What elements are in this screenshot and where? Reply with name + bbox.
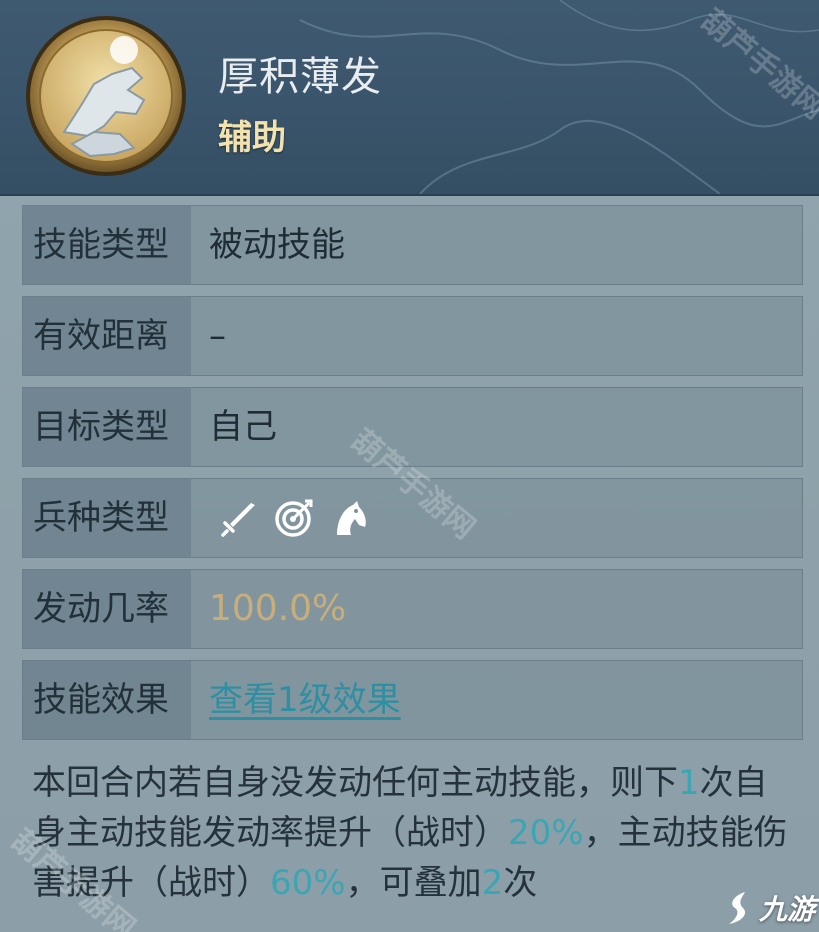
logo-text: 九游	[758, 893, 815, 926]
logo-mark-icon	[728, 892, 746, 924]
skill-description: 本回合内若自身没发动任何主动技能，则下1次自身主动技能发动率提升（战时）20%，…	[32, 758, 792, 908]
skill-detail-panel: 厚积薄发 辅助 技能类型 被动技能 有效距离 – 目标类型 自己 兵种类型 发动…	[0, 0, 819, 932]
row-value: –	[209, 316, 226, 356]
skill-emblem-icon	[26, 16, 186, 176]
troop-icons	[217, 497, 371, 541]
horse-head-icon	[329, 497, 371, 539]
skill-title: 厚积薄发	[218, 54, 382, 100]
desc-text: 本回合内若自身没发动任何主动技能，则下	[32, 763, 678, 803]
row-label: 兵种类型	[23, 479, 191, 557]
sword-icon	[217, 497, 259, 539]
row-label: 发动几率	[23, 570, 191, 648]
row-skill-type: 技能类型 被动技能	[22, 205, 803, 285]
row-effective-range: 有效距离 –	[22, 296, 803, 376]
desc-value: 1	[678, 763, 700, 803]
row-skill-effect: 技能效果 查看1级效果	[22, 660, 803, 740]
row-trigger-rate: 发动几率 100.0%	[22, 569, 803, 649]
row-label: 技能类型	[23, 206, 191, 284]
brand-logo: 九游	[725, 888, 815, 928]
desc-value: 20%	[508, 813, 584, 853]
row-value: 自己	[209, 407, 277, 447]
desc-value: 60%	[270, 863, 346, 903]
trigger-rate-value: 100.0%	[209, 588, 347, 629]
desc-value: 2	[481, 863, 504, 903]
row-label: 有效距离	[23, 297, 191, 375]
row-label: 目标类型	[23, 388, 191, 466]
row-value: 被动技能	[209, 225, 345, 265]
row-label: 技能效果	[23, 661, 191, 739]
view-level-effect-link[interactable]: 查看1级效果	[209, 661, 401, 739]
desc-text: 次	[503, 863, 538, 903]
skill-category: 辅助	[218, 118, 286, 158]
desc-text: ，可叠加	[345, 863, 482, 903]
archery-target-icon	[273, 497, 315, 539]
